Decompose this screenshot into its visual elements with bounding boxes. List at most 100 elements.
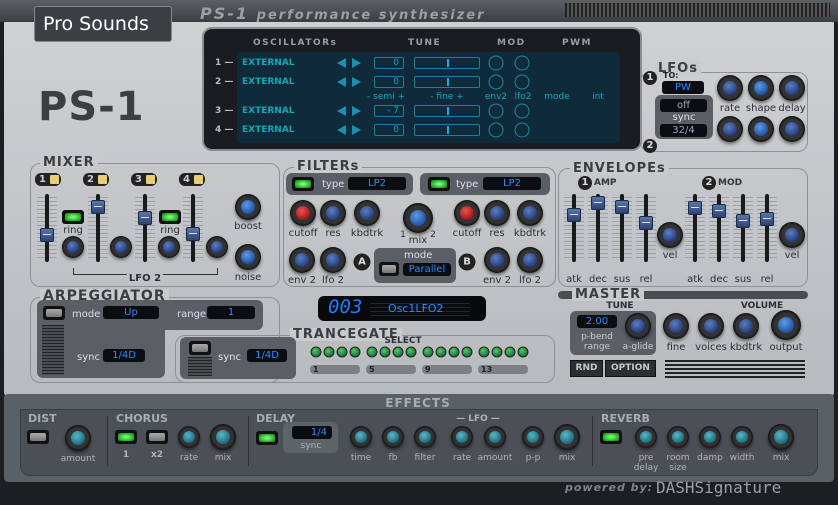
gate-step-4-led[interactable] [349,346,361,358]
dist-enable[interactable] [27,430,49,444]
fine-slider[interactable] [414,76,480,88]
arp-enable[interactable] [43,306,65,320]
gate-step-12-led[interactable] [461,346,473,358]
delay-filter-knob[interactable] [414,426,436,448]
filter1-res-knob[interactable] [320,200,346,226]
filter-mix-knob[interactable] [403,203,433,233]
mod-sus-slider-handle[interactable] [736,214,750,228]
lfo1-shape-knob[interactable] [748,75,774,101]
channel-3-level-slider-track[interactable] [143,194,147,262]
fine-slider-handle[interactable] [447,78,449,86]
gate-step-2-led[interactable] [323,346,335,358]
chorus-rate-knob[interactable] [178,426,200,448]
amp-vel-knob[interactable] [657,222,683,248]
prev-arrow-icon[interactable] [337,125,346,135]
delay-lfo-amount-knob[interactable] [484,426,506,448]
delay-lfo-rate-knob[interactable] [451,426,473,448]
lfo2-mod-knob[interactable] [514,122,530,138]
next-arrow-icon[interactable] [352,125,361,135]
osc-source[interactable]: EXTERNAL [242,59,295,68]
reverb-width-knob[interactable] [731,426,753,448]
rnd-button[interactable]: RND [570,360,603,377]
gate-step-1-led[interactable] [310,346,322,358]
env2-mod-knob[interactable] [488,55,504,71]
gate-step-13-led[interactable] [478,346,490,358]
channel-1-toggle[interactable]: 1 [35,173,61,186]
ring-1-2-button[interactable] [62,210,84,224]
gate-step-15-led[interactable] [504,346,516,358]
lfo-dest-display[interactable]: PW [662,81,704,94]
amp-rel-slider-handle[interactable] [639,216,653,230]
lfo1-rate-knob[interactable] [717,75,743,101]
delay-pp-knob[interactable] [522,426,544,448]
channel-1-level-slider-handle[interactable] [40,228,54,242]
trancegate-sync-select[interactable]: 1/4D [247,349,287,362]
dist-amount-knob[interactable] [65,425,91,451]
mod-dec-slider-handle[interactable] [712,204,726,218]
fine-slider-handle[interactable] [447,126,449,134]
master-kbdtrk-knob[interactable] [733,313,759,339]
semi-field[interactable]: 0 [374,76,404,88]
pbend-range-display[interactable]: 2.00 [577,315,617,328]
lfo2-rate-knob[interactable] [717,116,743,142]
output-knob[interactable] [771,310,801,340]
mod-atk-slider-handle[interactable] [688,201,702,215]
reverb-mix-knob[interactable] [768,424,794,450]
lfo2-mod-knob[interactable] [514,103,530,119]
mod-rel-slider-handle[interactable] [760,212,774,226]
semi-field[interactable]: - 7 [374,105,404,117]
env2-mod-knob[interactable] [488,103,504,119]
filter2-env2-knob[interactable] [484,247,510,273]
chorus-1-button[interactable] [115,430,137,444]
next-arrow-icon[interactable] [352,106,361,116]
lfo2-sync-display[interactable]: 32/4 [660,124,707,137]
osc-source[interactable]: EXTERNAL [242,107,295,116]
channel-2-level-slider-handle[interactable] [91,200,105,214]
gate-step-10-led[interactable] [435,346,447,358]
amp-dec-slider-handle[interactable] [591,196,605,210]
ring-3-4-button[interactable] [159,210,181,224]
filter1-kbdtrk-knob[interactable] [354,200,380,226]
filter2-type-select[interactable]: LP2 [483,177,541,190]
filter1-type-select[interactable]: LP2 [348,177,406,190]
gate-step-16-led[interactable] [517,346,529,358]
filter-mode-button[interactable] [379,262,399,276]
fine-slider[interactable] [414,105,480,117]
channel-4-toggle[interactable]: 4 [179,173,205,186]
preset-number[interactable]: 003 [328,298,362,317]
lfo2-mod-knob[interactable] [514,55,530,71]
delay-time-knob[interactable] [350,426,372,448]
option-button[interactable]: OPTION [605,360,656,377]
semi-field[interactable]: 0 [374,124,404,136]
a-glide-knob[interactable] [625,313,651,339]
amp-sus-slider-handle[interactable] [615,200,629,214]
fine-slider[interactable] [414,57,480,69]
filter1-lfo2-knob[interactable] [320,247,346,273]
preset-name[interactable]: Osc1LFO2 [388,302,444,315]
delay-sync-display[interactable]: 1/4 [292,426,332,439]
lfo1-sync-display[interactable]: off [660,99,707,112]
filter1-env2-knob[interactable] [289,247,315,273]
lfo2-delay-knob[interactable] [779,116,805,142]
arp-range-select[interactable]: 1 [207,306,255,319]
prev-arrow-icon[interactable] [337,58,346,68]
voices-knob[interactable] [698,313,724,339]
delay-fb-knob[interactable] [382,426,404,448]
channel-3-toggle[interactable]: 3 [131,173,157,186]
gate-step-3-led[interactable] [336,346,348,358]
lfo2-amount-1-knob[interactable] [62,236,84,258]
gate-step-6-led[interactable] [379,346,391,358]
filter2-cutoff-knob[interactable] [454,200,480,226]
mod-sus-slider-track[interactable] [741,194,745,262]
lfo2-mod-knob[interactable] [514,74,530,90]
arp-mode-select[interactable]: Up [103,306,159,319]
trancegate-enable[interactable] [189,341,211,355]
mod-rel-slider-track[interactable] [765,194,769,262]
reverb-predelay-knob[interactable] [635,426,657,448]
filter-mode-display[interactable]: Parallel [403,263,451,276]
prev-arrow-icon[interactable] [337,77,346,87]
filter2-res-knob[interactable] [484,200,510,226]
env2-mod-knob[interactable] [488,122,504,138]
prev-arrow-icon[interactable] [337,106,346,116]
boost-knob[interactable] [235,194,261,220]
